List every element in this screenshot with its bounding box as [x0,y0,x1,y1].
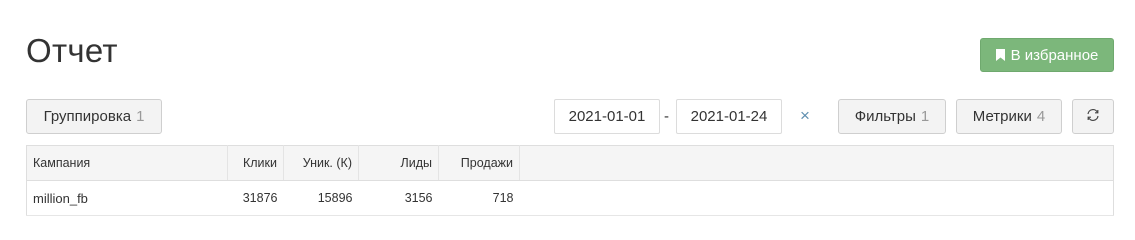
cell-clicks: 31876 [227,180,284,216]
column-header-campaign[interactable]: Кампания [26,145,228,181]
column-header-leads[interactable]: Лиды [358,145,439,181]
filters-button[interactable]: Фильтры 1 [838,99,946,134]
page-title: Отчет [26,32,118,69]
cell-empty [519,180,1114,216]
column-header-clicks[interactable]: Клики [227,145,284,181]
add-to-favorites-label: В избранное [1010,46,1099,64]
date-separator: - [664,108,669,125]
refresh-icon [1086,108,1100,126]
column-header-empty [519,145,1114,181]
add-to-favorites-button[interactable]: В избранное [980,38,1114,72]
cell-sales: 718 [438,180,520,216]
grouping-label: Группировка [43,108,132,125]
cell-campaign: million_fb [26,180,228,216]
column-header-unique[interactable]: Уник. (К) [283,145,359,181]
grouping-button[interactable]: Группировка 1 [26,99,162,134]
metrics-count: 4 [1036,108,1046,125]
clear-date-icon[interactable]: × [796,106,814,126]
column-header-sales[interactable]: Продажи [438,145,520,181]
metrics-button[interactable]: Метрики 4 [956,99,1062,134]
metrics-label: Метрики [972,108,1032,125]
table-header-row: Кампания Клики Уник. (К) Лиды Продажи [26,145,1114,181]
filters-count: 1 [920,108,930,125]
cell-leads: 3156 [358,180,439,216]
date-to-input[interactable] [676,99,782,134]
bookmark-icon [995,49,1005,61]
refresh-button[interactable] [1072,99,1114,134]
date-from-input[interactable] [554,99,660,134]
report-table: Кампания Клики Уник. (К) Лиды Продажи mi… [26,145,1114,216]
cell-unique: 15896 [283,180,359,216]
table-row: million_fb 31876 15896 3156 718 [26,180,1114,216]
filters-label: Фильтры [854,108,916,125]
grouping-count: 1 [136,108,145,125]
